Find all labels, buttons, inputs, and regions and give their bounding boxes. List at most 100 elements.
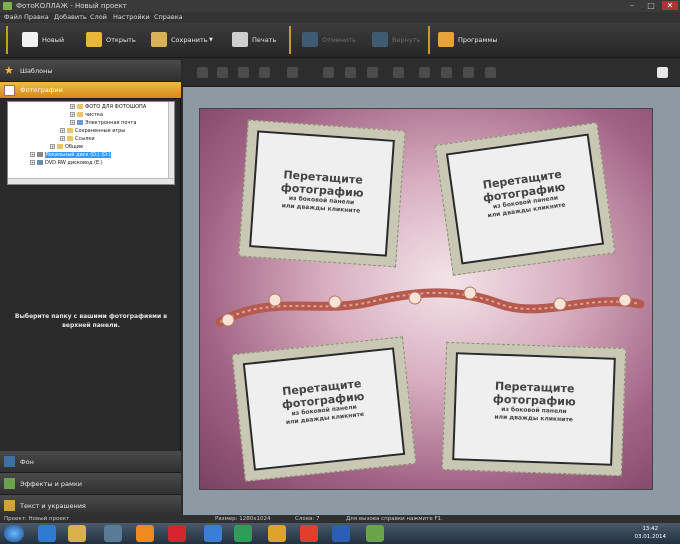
layer-front-icon[interactable]	[238, 67, 249, 78]
expand-icon[interactable]: +	[50, 144, 55, 149]
tree-item[interactable]: + Локальный диск (D:) (D:)	[30, 152, 111, 159]
menu-add[interactable]: Добавить	[54, 12, 87, 23]
menu-layer[interactable]: Слой	[90, 12, 107, 23]
yandex-icon[interactable]	[168, 525, 186, 542]
tree-item[interactable]: + чистка	[70, 112, 103, 119]
new-label: Новый	[42, 36, 65, 44]
collage-canvas[interactable]: Перетащите фотографию из боковой панели …	[199, 108, 653, 490]
expand-icon[interactable]: +	[30, 160, 35, 165]
delete-icon[interactable]	[419, 67, 430, 78]
expand-icon[interactable]: +	[70, 104, 75, 109]
app-icon	[3, 2, 12, 10]
layer-back-icon[interactable]	[259, 67, 270, 78]
yandex-browser-icon[interactable]	[300, 525, 318, 542]
tree-horizontal-scrollbar[interactable]	[8, 178, 174, 184]
folder-icon	[57, 144, 63, 149]
photo-frame-2[interactable]: Перетащите фотографию из боковой панели …	[434, 122, 616, 276]
start-button[interactable]	[4, 525, 24, 542]
effects-section[interactable]: Эффекты и рамки	[0, 473, 181, 495]
align-left-icon[interactable]	[323, 67, 334, 78]
background-label: Фон	[20, 458, 34, 466]
fotokollazh-icon[interactable]	[366, 525, 384, 542]
status-layers: Слоев: 7	[295, 516, 320, 522]
dvd-drive-icon	[37, 160, 43, 165]
expand-icon[interactable]: +	[60, 136, 65, 141]
photo-placeholder[interactable]: Перетащите фотографию из боковой панели …	[452, 352, 616, 466]
tree-item[interactable]: + Общие	[50, 144, 83, 151]
maximize-button[interactable]: □	[643, 1, 659, 10]
programs-icon	[438, 32, 454, 47]
save-icon	[151, 32, 167, 47]
background-section[interactable]: Фон	[0, 451, 181, 473]
new-button[interactable]: Новый	[22, 27, 66, 53]
clock[interactable]: 13:42 03.01.2014	[635, 525, 667, 541]
toolbar-separator	[6, 26, 8, 54]
flip-icon[interactable]	[367, 67, 378, 78]
photos-section[interactable]: Фотографии	[0, 82, 181, 99]
app-icon[interactable]	[204, 525, 222, 542]
tree-item[interactable]: + Сохраненные игры	[60, 128, 125, 135]
odnoklassniki-icon[interactable]	[136, 525, 154, 542]
menu-help[interactable]: Справка	[154, 12, 183, 23]
save-label: Сохранить	[171, 36, 208, 44]
expand-icon[interactable]: +	[70, 112, 75, 117]
align-right-icon[interactable]	[345, 67, 356, 78]
background-icon	[4, 456, 15, 467]
app-icon[interactable]	[104, 525, 122, 542]
close-button[interactable]: ✕	[662, 1, 678, 10]
chevron-down-icon[interactable]: ▼	[209, 27, 213, 53]
templates-section[interactable]: ★ Шаблоны	[0, 60, 181, 82]
text-icon	[4, 500, 15, 511]
rotate-icon[interactable]	[287, 67, 298, 78]
save-button[interactable]: Сохранить ▼	[151, 27, 217, 53]
crop-icon[interactable]	[441, 67, 452, 78]
menu-file[interactable]: Файл	[4, 12, 22, 23]
printer-icon	[232, 32, 248, 47]
word-icon[interactable]	[332, 525, 350, 542]
media-player-icon[interactable]	[268, 525, 286, 542]
ie-icon[interactable]	[38, 525, 56, 542]
folder-tree[interactable]: + ФОТО ДЛЯ ФОТОШОПА + чистка + Электронная …	[7, 101, 175, 185]
photo-frame-3[interactable]: Перетащите фотографию из боковой панели …	[231, 336, 417, 482]
photos-label: Фотографии	[20, 86, 63, 94]
taskbar: 13:42 03.01.2014	[0, 523, 680, 544]
minimize-button[interactable]: –	[624, 1, 640, 10]
tree-item-label: Локальный диск (D:) (D:)	[45, 152, 111, 158]
layer-down-icon[interactable]	[217, 67, 228, 78]
layer-up-icon[interactable]	[197, 67, 208, 78]
expand-icon[interactable]: +	[60, 128, 65, 133]
open-button[interactable]: Открыть	[86, 27, 136, 53]
gear-icon[interactable]	[463, 67, 474, 78]
tree-item[interactable]: + Ссылки	[60, 136, 95, 143]
tree-vertical-scrollbar[interactable]	[168, 102, 174, 178]
expand-icon[interactable]: +	[70, 120, 75, 125]
photo-frame-1[interactable]: Перетащите фотографию из боковой панели …	[238, 119, 406, 268]
ribbon-decoration[interactable]	[200, 274, 653, 334]
title-bar: ФотоКОЛЛАЖ - Новый проект – □ ✕	[0, 0, 680, 12]
menu-settings[interactable]: Настройки	[113, 12, 150, 23]
clock-time: 13:42	[642, 526, 659, 532]
programs-button[interactable]: Программы	[438, 27, 504, 53]
print-button[interactable]: Печать	[232, 27, 276, 53]
lock-icon[interactable]	[485, 67, 496, 78]
app-icon[interactable]	[234, 525, 252, 542]
photo-placeholder[interactable]: Перетащите фотографию из боковой панели …	[249, 130, 395, 257]
page-icon[interactable]	[657, 67, 668, 78]
undo-button[interactable]: Отменить	[302, 27, 358, 53]
new-document-icon	[22, 32, 38, 47]
photo-placeholder[interactable]: Перетащите фотографию из боковой панели …	[242, 347, 406, 471]
redo-button[interactable]: Вернуть	[372, 27, 422, 53]
tree-item[interactable]: + ФОТО ДЛЯ ФОТОШОПА	[70, 104, 146, 111]
tree-item-label: DVD RW дисковод (E:)	[45, 160, 103, 166]
text-section[interactable]: Текст и украшения	[0, 495, 181, 517]
explorer-icon[interactable]	[68, 525, 86, 542]
drive-icon	[37, 152, 43, 157]
photo-placeholder[interactable]: Перетащите фотографию из боковой панели …	[445, 133, 605, 265]
photo-frame-4[interactable]: Перетащите фотографию из боковой панели …	[441, 341, 627, 477]
resize-icon[interactable]	[393, 67, 404, 78]
redo-label: Вернуть	[392, 36, 421, 44]
tree-item[interactable]: + DVD RW дисковод (E:)	[30, 160, 103, 167]
menu-edit[interactable]: Правка	[24, 12, 49, 23]
expand-icon[interactable]: +	[30, 152, 35, 157]
tree-item[interactable]: + Электронная почта	[70, 120, 136, 127]
